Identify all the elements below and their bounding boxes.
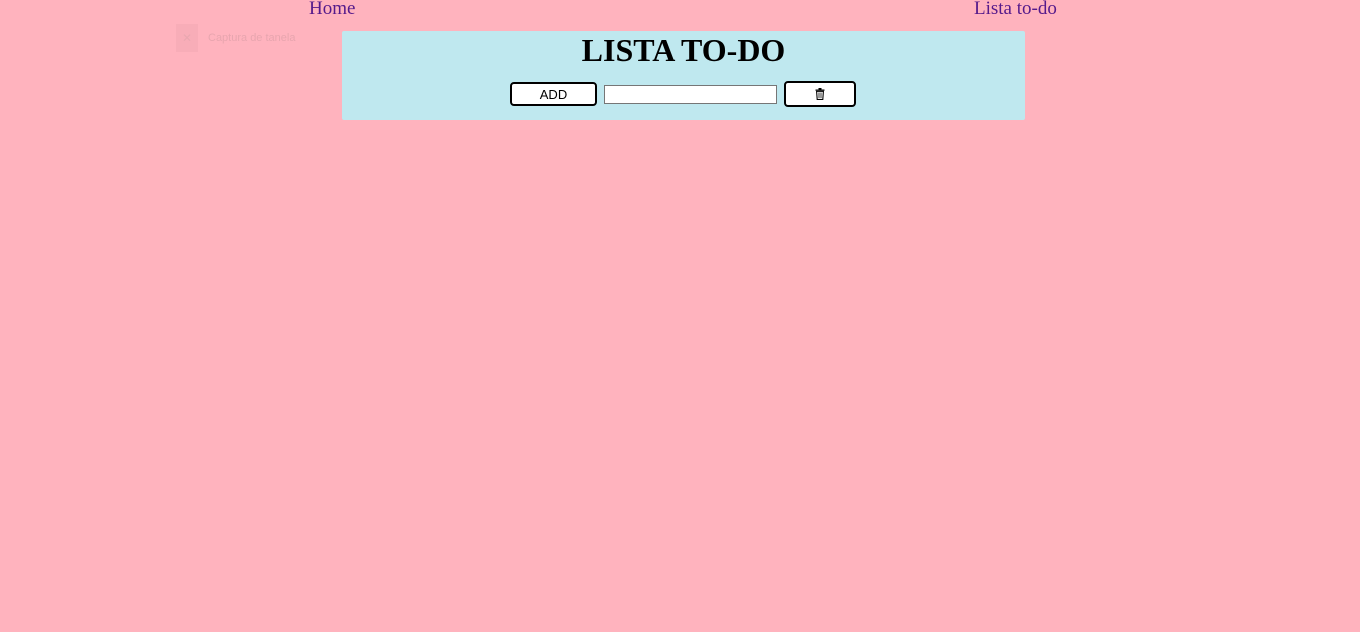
todo-panel: LISTA TO-DO ADD	[342, 31, 1025, 120]
top-nav: Home Lista to-do	[0, 0, 1360, 24]
add-button[interactable]: ADD	[510, 82, 597, 106]
delete-button[interactable]	[784, 81, 856, 107]
page-title: LISTA TO-DO	[581, 32, 786, 68]
trash-icon	[815, 88, 825, 100]
todo-input[interactable]	[604, 85, 777, 104]
nav-link-lista-to-do[interactable]: Lista to-do	[974, 0, 1057, 20]
nav-link-home[interactable]: Home	[309, 0, 355, 20]
overlay-close-icon[interactable]: ✕	[176, 24, 198, 52]
screenshot-tool-overlay: ✕ Captura de tanela	[176, 24, 341, 60]
overlay-label: Captura de tanela	[208, 32, 296, 44]
